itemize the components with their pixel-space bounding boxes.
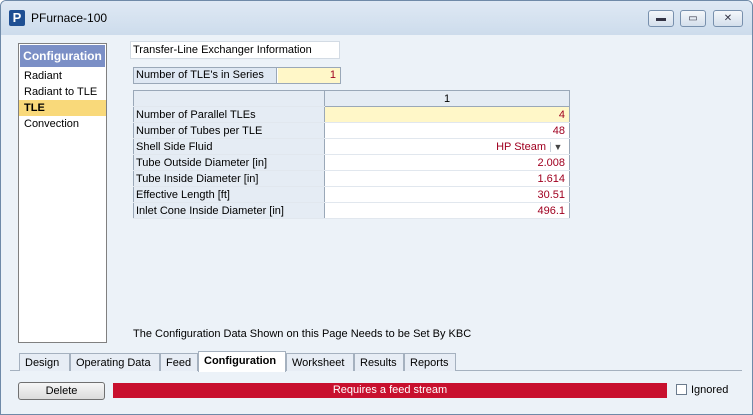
table-row: Number of Tubes per TLE 48 xyxy=(133,122,570,139)
effective-length-input[interactable]: 30.51 xyxy=(324,186,570,203)
maximize-button[interactable]: ▭ xyxy=(680,10,706,27)
sidebar-item-radiant[interactable]: Radiant xyxy=(19,68,106,84)
tab-results[interactable]: Results xyxy=(354,353,404,371)
app-icon: P xyxy=(9,10,25,26)
column-header: 1 xyxy=(324,90,570,107)
window-title: PFurnace-100 xyxy=(31,11,108,25)
tle-data-table: 1 Number of Parallel TLEs 4 Number of Tu… xyxy=(133,90,570,219)
table-row: Inlet Cone Inside Diameter [in] 496.1 xyxy=(133,202,570,219)
parallel-tles-input[interactable]: 4 xyxy=(324,106,570,123)
table-row: Number of Parallel TLEs 4 xyxy=(133,106,570,123)
client-area: Configuration Radiant Radiant to TLE TLE… xyxy=(10,35,743,374)
title-bar[interactable]: P PFurnace-100 ▬ ▭ ✕ xyxy=(1,1,752,35)
tubes-per-tle-input[interactable]: 48 xyxy=(324,122,570,139)
tube-id-input[interactable]: 1.614 xyxy=(324,170,570,187)
configuration-note: The Configuration Data Shown on this Pag… xyxy=(133,328,472,340)
table-row: Shell Side Fluid HP Steam ▼ xyxy=(133,138,570,155)
inlet-cone-diameter-input[interactable]: 496.1 xyxy=(324,202,570,219)
table-corner xyxy=(133,90,325,107)
row-label: Tube Outside Diameter [in] xyxy=(133,154,325,171)
tle-series-field: Number of TLE's in Series 1 xyxy=(133,67,341,84)
row-label: Shell Side Fluid xyxy=(133,138,325,155)
status-message: Requires a feed stream xyxy=(113,383,667,398)
tle-series-input[interactable]: 1 xyxy=(278,68,340,83)
delete-button[interactable]: Delete xyxy=(18,382,105,400)
tab-design[interactable]: Design xyxy=(19,353,70,371)
shell-side-fluid-select[interactable]: HP Steam ▼ xyxy=(324,138,570,155)
chevron-down-icon[interactable]: ▼ xyxy=(550,141,565,152)
table-header-row: 1 xyxy=(133,90,570,107)
row-label: Number of Parallel TLEs xyxy=(133,106,325,123)
sidebar-item-convection[interactable]: Convection xyxy=(19,116,106,132)
section-title: Transfer-Line Exchanger Information xyxy=(130,41,340,59)
app-window: P PFurnace-100 ▬ ▭ ✕ Configuration Radia… xyxy=(0,0,753,415)
shell-side-fluid-value: HP Steam xyxy=(496,140,546,153)
tab-worksheet[interactable]: Worksheet xyxy=(286,353,354,371)
sidebar-item-radiant-to-tle[interactable]: Radiant to TLE xyxy=(19,84,106,100)
tle-series-label: Number of TLE's in Series xyxy=(134,68,277,83)
sidebar-item-tle[interactable]: TLE xyxy=(19,100,106,116)
tab-reports[interactable]: Reports xyxy=(404,353,456,371)
tab-feed[interactable]: Feed xyxy=(160,353,198,371)
configuration-sidebar: Configuration Radiant Radiant to TLE TLE… xyxy=(18,43,107,343)
ignored-checkbox[interactable]: Ignored xyxy=(676,384,728,396)
row-label: Tube Inside Diameter [in] xyxy=(133,170,325,187)
checkbox-icon[interactable] xyxy=(676,384,687,395)
tube-od-input[interactable]: 2.008 xyxy=(324,154,570,171)
table-row: Tube Outside Diameter [in] 2.008 xyxy=(133,154,570,171)
tab-configuration[interactable]: Configuration xyxy=(198,351,286,372)
minimize-button[interactable]: ▬ xyxy=(648,10,674,27)
close-button[interactable]: ✕ xyxy=(713,10,743,27)
table-row: Effective Length [ft] 30.51 xyxy=(133,186,570,203)
row-label: Number of Tubes per TLE xyxy=(133,122,325,139)
ignored-label: Ignored xyxy=(691,384,729,396)
table-row: Tube Inside Diameter [in] 1.614 xyxy=(133,170,570,187)
row-label: Effective Length [ft] xyxy=(133,186,325,203)
tab-operating-data[interactable]: Operating Data xyxy=(70,353,160,371)
sidebar-header: Configuration xyxy=(20,45,105,67)
row-label: Inlet Cone Inside Diameter [in] xyxy=(133,202,325,219)
